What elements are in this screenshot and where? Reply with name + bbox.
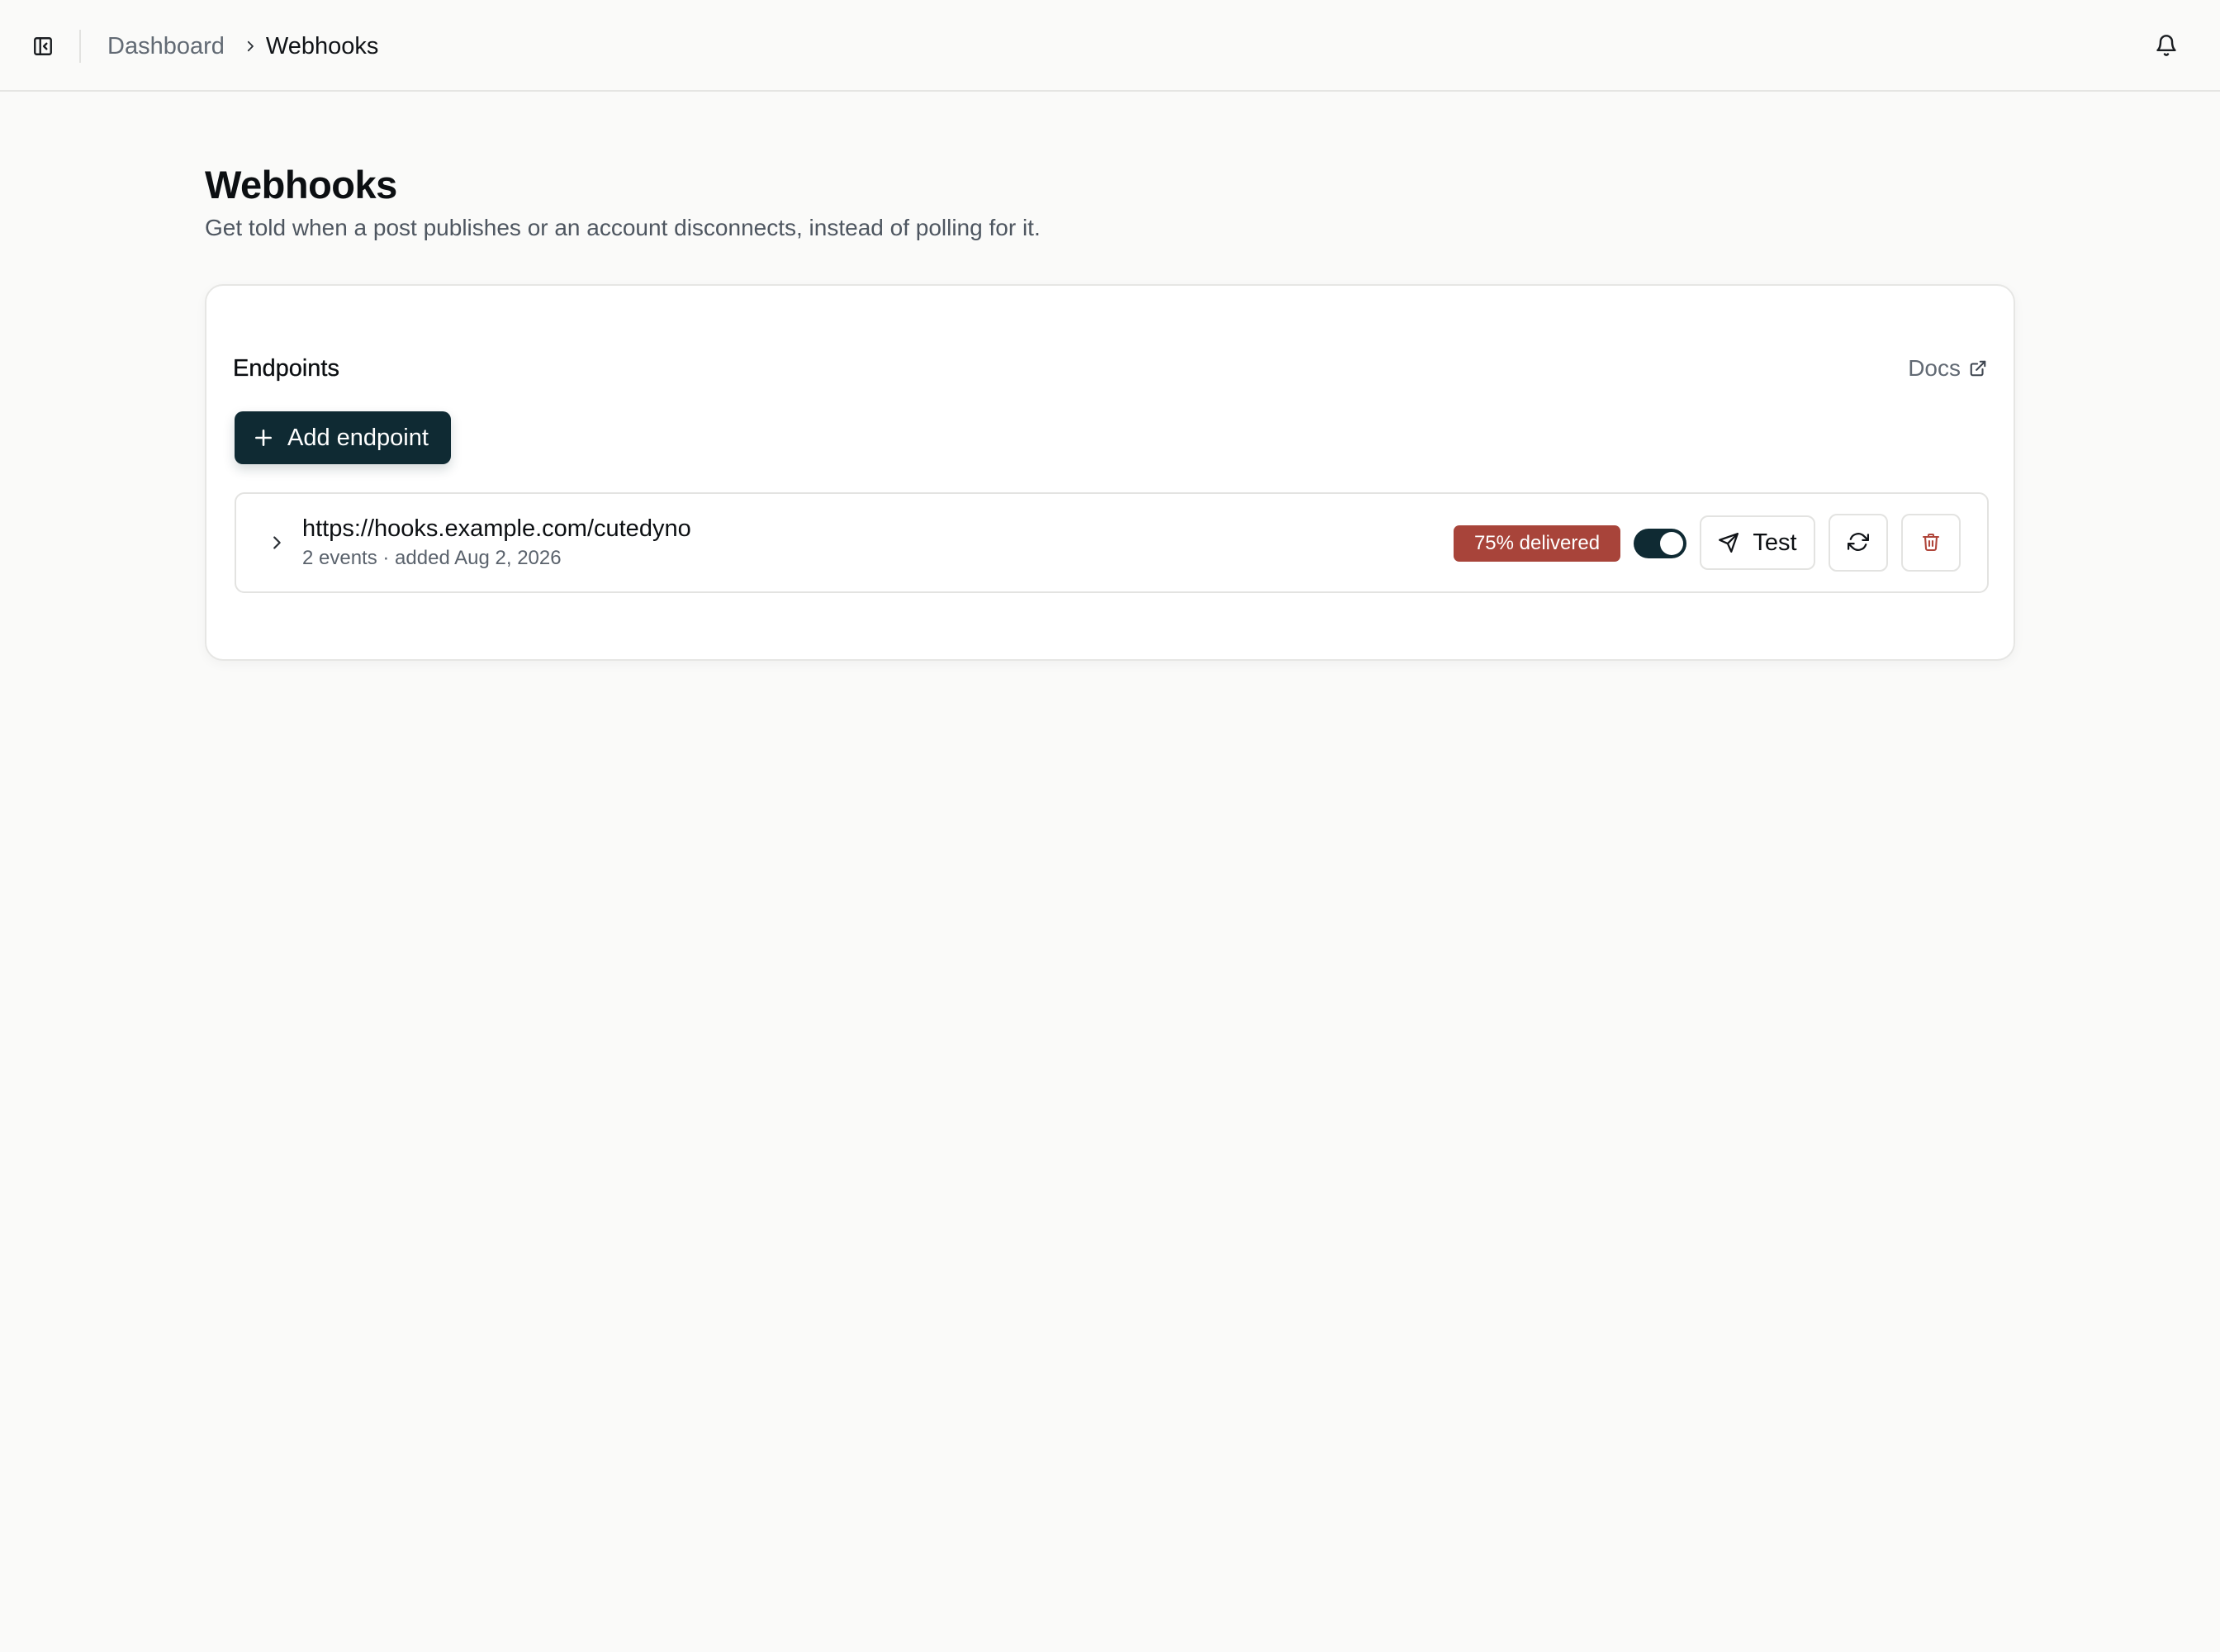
test-button[interactable]: Test — [1700, 515, 1815, 570]
retry-button[interactable] — [1829, 514, 1888, 572]
endpoints-card: Endpoints Docs Add endpoint https://hook… — [205, 284, 2015, 661]
toggle-knob — [1660, 532, 1683, 555]
endpoint-meta: 2 events · added Aug 2, 2026 — [302, 547, 562, 569]
endpoints-heading: Endpoints — [233, 355, 339, 382]
sidebar-toggle-icon[interactable] — [30, 33, 56, 59]
delete-button[interactable] — [1901, 514, 1961, 572]
page-subtitle: Get told when a post publishes or an acc… — [205, 215, 1041, 240]
refresh-icon — [1847, 531, 1870, 555]
add-endpoint-label: Add endpoint — [287, 424, 429, 451]
delivery-status-badge: 75% delivered — [1454, 525, 1620, 562]
add-endpoint-button[interactable]: Add endpoint — [235, 411, 451, 464]
plus-icon — [253, 427, 274, 449]
chevron-right-icon — [243, 39, 258, 54]
chevron-right-icon[interactable] — [266, 532, 287, 553]
bell-icon[interactable] — [2152, 31, 2180, 59]
breadcrumb-webhooks: Webhooks — [265, 32, 379, 59]
trash-icon — [1921, 532, 1941, 554]
docs-label: Docs — [1908, 355, 1961, 381]
endpoint-url: https://hooks.example.com/cutedyno — [302, 515, 691, 542]
send-icon — [1718, 532, 1739, 553]
test-label: Test — [1753, 529, 1797, 556]
external-link-icon — [1969, 359, 1987, 377]
docs-link[interactable]: Docs — [1908, 355, 1987, 382]
top-bar: Dashboard Webhooks — [0, 0, 2220, 92]
endpoint-enabled-toggle[interactable] — [1634, 529, 1686, 558]
breadcrumb-dashboard[interactable]: Dashboard — [107, 33, 225, 60]
page-title: Webhooks — [205, 163, 397, 206]
breadcrumb: Dashboard Webhooks — [107, 30, 378, 63]
endpoint-row: https://hooks.example.com/cutedyno 2 eve… — [235, 492, 1989, 593]
topbar-divider — [79, 30, 81, 63]
